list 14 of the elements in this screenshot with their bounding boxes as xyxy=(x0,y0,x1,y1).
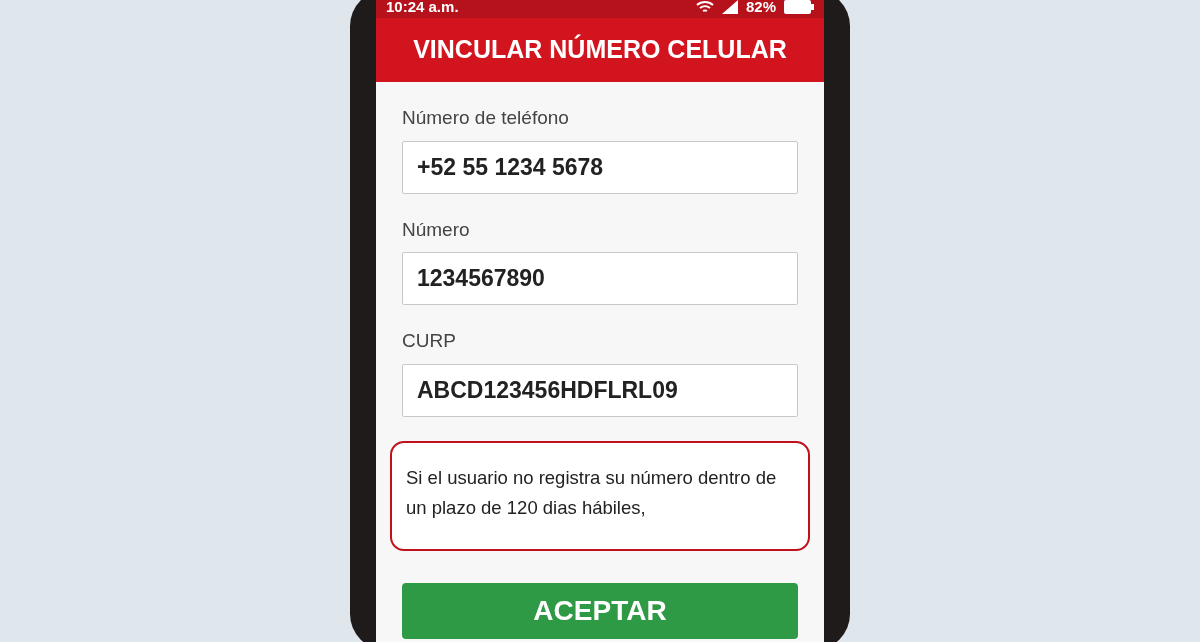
battery-icon xyxy=(784,0,814,14)
status-time: 10:24 a.m. xyxy=(386,0,459,17)
input-field[interactable]: +52 55 1234 5678 xyxy=(402,140,798,194)
input-field[interactable]: ABCD123456HDFLRL09 xyxy=(402,363,798,417)
input-field[interactable]: 1234567890 xyxy=(402,252,798,305)
signal-icon xyxy=(721,0,738,14)
field-label: Número de teléfono xyxy=(402,106,570,130)
header-title: VINCULAR NÚMERO CELULAR xyxy=(413,33,787,66)
wifi-icon xyxy=(695,0,714,14)
field-label: CURP xyxy=(402,329,457,353)
battery-percent: 82% xyxy=(745,0,776,17)
accept-button[interactable]: ACEPTAR xyxy=(402,582,798,639)
notice-text: Si el usuario no registra su número dentro de un plazo de 120 dias hábiles, xyxy=(406,465,778,520)
field-label: Número xyxy=(402,217,471,242)
